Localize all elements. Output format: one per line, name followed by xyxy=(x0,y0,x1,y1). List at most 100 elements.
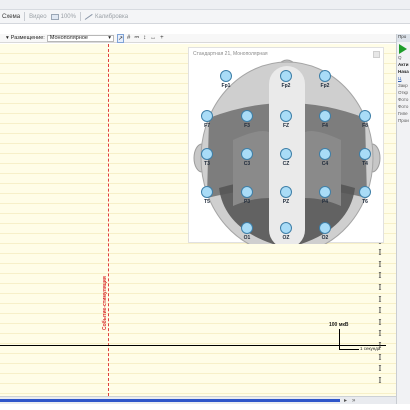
schema-label: Схема xyxy=(2,13,21,20)
channel-cursor-icon[interactable]: I xyxy=(376,249,384,257)
video-label: Видео xyxy=(29,13,47,20)
electrode-f8[interactable] xyxy=(359,110,371,122)
channel-cursor-icon[interactable]: I xyxy=(376,318,384,327)
placement-value: Монополярное xyxy=(49,35,88,41)
electrode-t3[interactable] xyxy=(201,148,213,160)
channel-cursor-icon[interactable]: I xyxy=(376,330,384,338)
electrode-c4[interactable] xyxy=(319,148,331,160)
amplitude-scale-label: 100 мкВ xyxy=(329,322,349,328)
electrode-label: Fp1 xyxy=(222,83,231,89)
vertical-measure-icon[interactable]: ↕ xyxy=(143,35,146,42)
scroll-end-icon[interactable]: » xyxy=(352,397,355,405)
calibration-label: Калибровка xyxy=(94,13,129,20)
electrode-label: OZ xyxy=(283,235,290,241)
electrode-fp2[interactable] xyxy=(319,70,331,82)
electrode-f7[interactable] xyxy=(201,110,213,122)
tool-icons: ↗ # ⎓ ↕ ↔ + xyxy=(114,33,164,43)
play-icon[interactable] xyxy=(399,44,407,54)
electrode-label: FZ xyxy=(283,123,289,129)
electrode-fp2[interactable] xyxy=(280,70,292,82)
channel-cursor-icon[interactable]: I xyxy=(376,365,384,373)
electrode-label: T6 xyxy=(362,199,368,205)
placement-control: ▾ Размещение: Монополярное ▾ xyxy=(0,34,114,42)
channel-cursor-icon[interactable]: I xyxy=(376,376,384,385)
channel-cursor-icon[interactable]: I xyxy=(376,353,384,362)
time-scale-bar xyxy=(339,349,359,350)
electrode-label: O1 xyxy=(244,235,251,241)
electrode-label: Fp2 xyxy=(282,83,291,89)
electrode-t6[interactable] xyxy=(359,186,371,198)
scrollbar-thumb[interactable] xyxy=(0,399,340,402)
electrode-label: P4 xyxy=(322,199,328,205)
scroll-right-icon[interactable]: ▸ xyxy=(344,397,347,405)
electrode-label: F7 xyxy=(204,123,210,129)
electrode-label: O2 xyxy=(322,235,329,241)
electrode-label: F8 xyxy=(362,123,368,129)
channel-cursor-icon[interactable]: I xyxy=(376,272,384,280)
video-button[interactable]: Видео xyxy=(29,14,47,20)
main-toolbar: Схема Видео 100% Калибровка xyxy=(0,10,410,24)
channel-cursor-icon[interactable]: I xyxy=(376,307,384,315)
electrode-label: T5 xyxy=(204,199,210,205)
protocol-item[interactable]: Фото xyxy=(397,103,410,110)
zoom-button[interactable]: 100% xyxy=(50,13,76,20)
protocol-item[interactable]: Прои xyxy=(397,117,410,124)
electrode-label: C3 xyxy=(244,161,251,167)
title-strip xyxy=(0,0,410,10)
channel-cursor-icon[interactable]: I xyxy=(376,342,384,350)
channel-cursor-icon[interactable]: I xyxy=(376,260,384,269)
electrode-label: CZ xyxy=(283,161,290,167)
horizontal-scrollbar[interactable]: ▸ » xyxy=(0,396,396,404)
protocol-item[interactable]: Закр xyxy=(397,82,410,89)
add-marker-icon[interactable]: + xyxy=(160,35,164,42)
protocol-item[interactable]: Ц xyxy=(397,75,410,82)
electrode-fz[interactable] xyxy=(280,110,292,122)
electrode-label: P3 xyxy=(244,199,250,205)
protocol-item[interactable]: Гипе xyxy=(397,110,410,117)
horizontal-measure-icon[interactable]: ↔ xyxy=(150,35,156,42)
amplitude-scale-bar xyxy=(339,329,340,349)
electrode-o2[interactable] xyxy=(319,222,331,234)
electrode-label: F4 xyxy=(322,123,328,129)
electrode-label: T3 xyxy=(204,161,210,167)
protocol-panel-header: Про xyxy=(397,34,410,42)
electrode-p3[interactable] xyxy=(241,186,253,198)
calibration-icon xyxy=(85,14,93,20)
chevron-down-icon: ▾ xyxy=(108,35,111,41)
electrode-f4[interactable] xyxy=(319,110,331,122)
event-marker-line[interactable] xyxy=(108,44,109,396)
search-icon[interactable]: Q xyxy=(397,54,410,61)
protocol-item[interactable]: Фото xyxy=(397,96,410,103)
select-cursor-icon[interactable]: ↗ xyxy=(116,33,125,43)
placement-dropdown[interactable]: Монополярное ▾ xyxy=(46,34,114,42)
toolbar-divider xyxy=(79,12,81,21)
placement-arrow-icon: ▾ xyxy=(6,35,9,41)
protocol-item[interactable]: Откр xyxy=(397,89,410,96)
electrode-label: Fp2 xyxy=(321,83,330,89)
grid-icon[interactable]: # xyxy=(127,35,130,42)
channel-cursor-icon[interactable]: I xyxy=(376,295,384,304)
channel-cursor-icon[interactable]: I xyxy=(376,284,384,292)
calibration-button[interactable]: Калибровка xyxy=(85,14,128,20)
electrode-pz[interactable] xyxy=(280,186,292,198)
view-toolbar: ▾ Размещение: Монополярное ▾ ↗ # ⎓ ↕ ↔ + xyxy=(0,33,396,43)
electrode-c3[interactable] xyxy=(241,148,253,160)
electrode-label: PZ xyxy=(283,199,289,205)
electrode-label: C4 xyxy=(322,161,329,167)
electrode-t4[interactable] xyxy=(359,148,371,160)
electrode-oz[interactable] xyxy=(280,222,292,234)
schema-button[interactable]: Схема xyxy=(2,14,20,20)
electrode-f3[interactable] xyxy=(241,110,253,122)
toolbar-divider xyxy=(24,12,26,21)
electrode-fp1[interactable] xyxy=(220,70,232,82)
monitor-icon xyxy=(50,13,59,20)
zoom-value: 100% xyxy=(60,13,76,20)
electrode-p4[interactable] xyxy=(319,186,331,198)
protocol-item[interactable]: Нача xyxy=(397,68,410,75)
montage-icon[interactable]: ⎓ xyxy=(134,35,139,42)
signal-baseline xyxy=(0,345,386,346)
electrode-t5[interactable] xyxy=(201,186,213,198)
electrode-cz[interactable] xyxy=(280,148,292,160)
protocol-item[interactable]: Акти xyxy=(397,61,410,68)
electrode-o1[interactable] xyxy=(241,222,253,234)
